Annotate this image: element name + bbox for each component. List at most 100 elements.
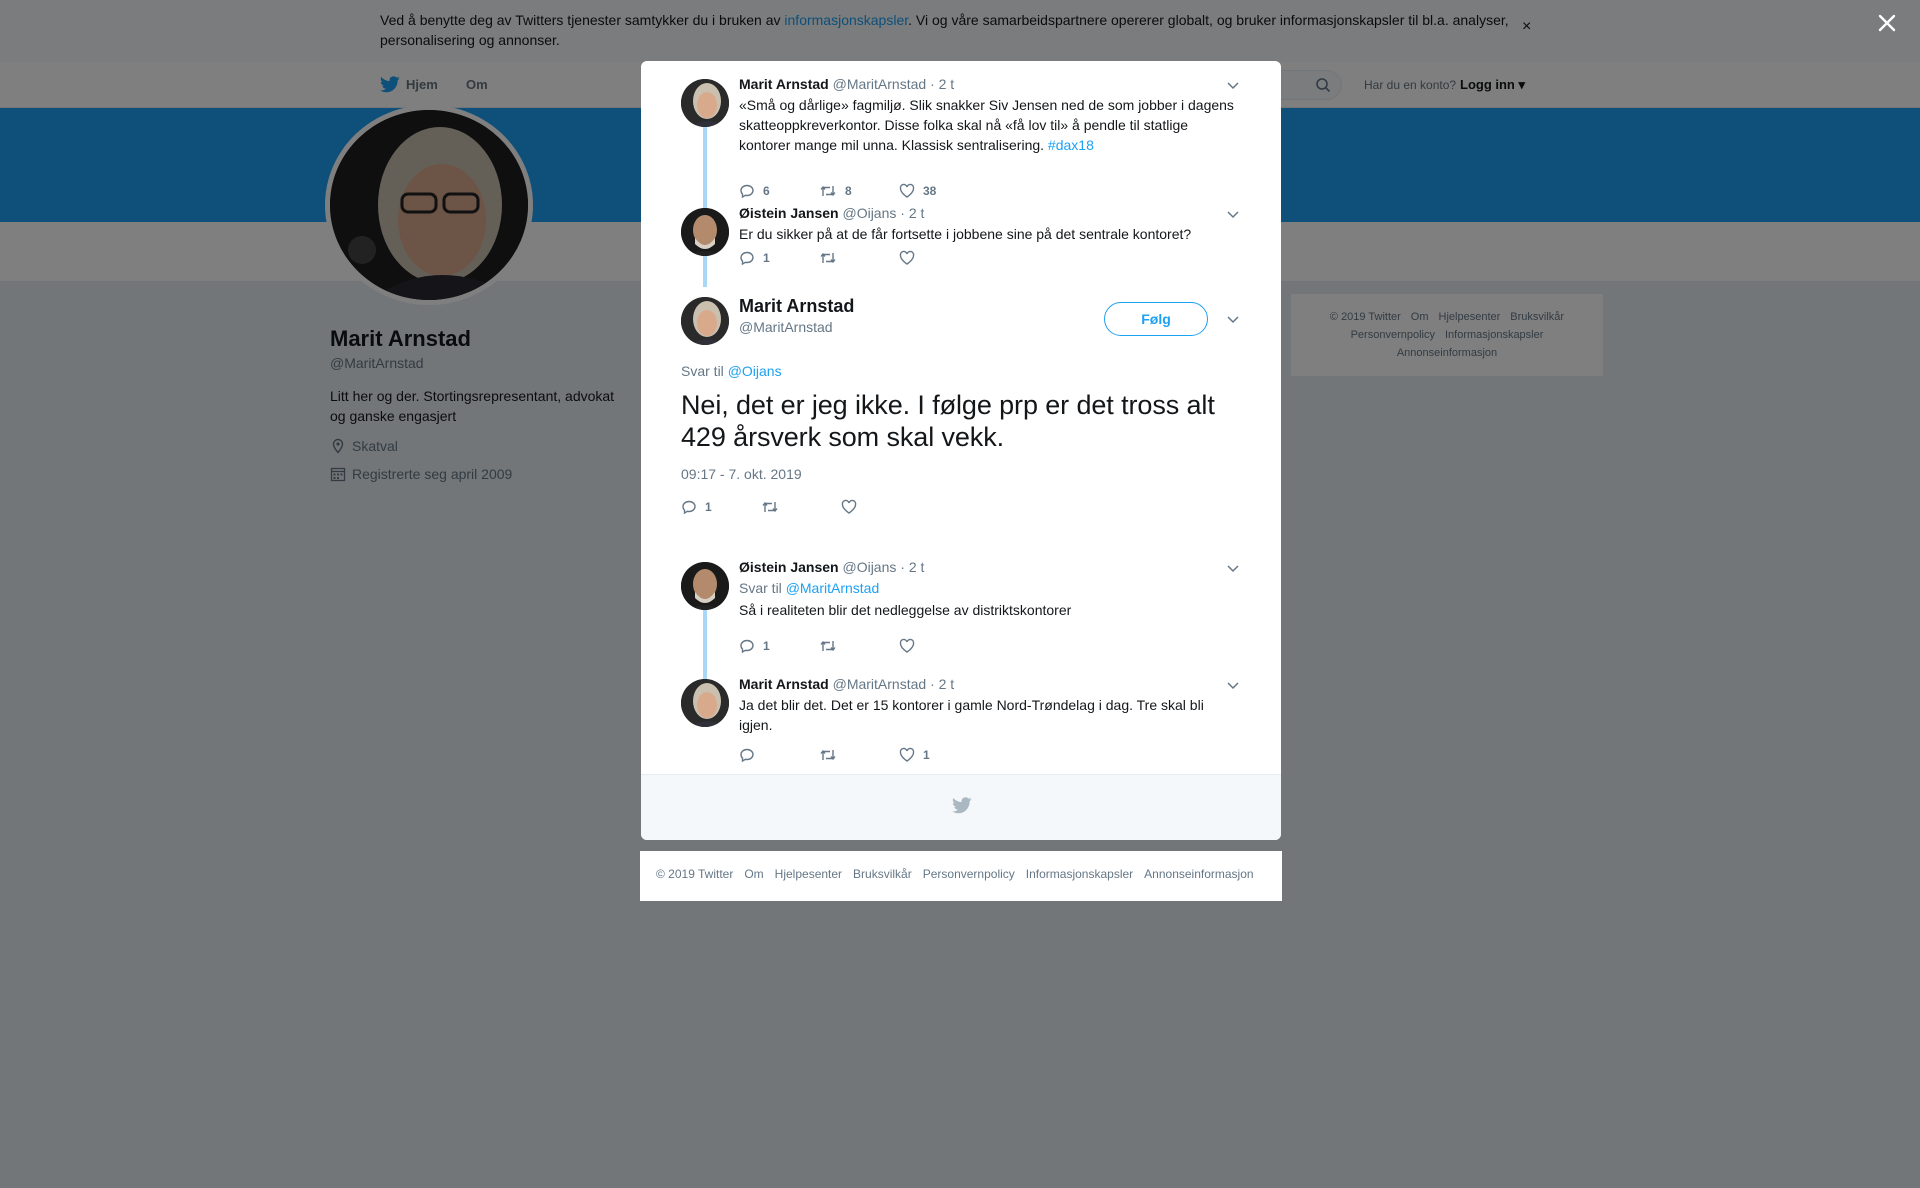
reply-button[interactable]	[739, 745, 819, 765]
tweet-author-handle[interactable]: @Oijans	[842, 559, 896, 575]
tweet-text: Så i realiteten blir det nedleggelse av …	[739, 602, 1072, 618]
like-button[interactable]	[841, 497, 921, 517]
reply-icon	[739, 183, 755, 199]
tweet-body: Øistein Jansen @Oijans · 2 t Svar til @M…	[739, 558, 1239, 620]
tweet-actions: 1	[739, 248, 979, 268]
hashtag-link[interactable]: #dax18	[1048, 137, 1094, 153]
tweet-author-name[interactable]: Øistein Jansen	[739, 559, 839, 575]
mention-link[interactable]: @MaritArnstad	[786, 580, 880, 596]
thread-line	[703, 251, 707, 287]
heart-icon	[899, 747, 915, 763]
retweet-icon	[819, 638, 837, 654]
chevron-down-icon[interactable]	[1225, 677, 1241, 693]
tweet-actions: 1	[681, 497, 921, 517]
like-button[interactable]	[899, 636, 979, 656]
tweet-body: Marit Arnstad @MaritArnstad · 2 t «Små o…	[739, 75, 1239, 155]
avatar[interactable]	[681, 562, 729, 610]
twitter-bird-icon	[952, 797, 972, 814]
footer-privacy[interactable]: Personvernpolicy	[923, 867, 1015, 881]
tweet-text: «Små og dårlige» fagmiljø. Slik snakker …	[739, 95, 1239, 155]
modal-bottom-bar	[641, 774, 1281, 840]
tweet-text: Nei, det er jeg ikke. I følge prp er det…	[681, 390, 1215, 452]
reply-context: Svar til @Oijans	[681, 363, 782, 379]
tweet-timestamp[interactable]: 09:17 - 7. okt. 2019	[681, 466, 802, 482]
reply-button[interactable]: 1	[739, 636, 819, 656]
reply-icon	[739, 747, 755, 763]
chevron-down-icon[interactable]	[1225, 311, 1241, 327]
tweet-time[interactable]: · 2 t	[900, 205, 924, 221]
reply-button[interactable]: 1	[681, 497, 761, 517]
mention-link[interactable]: @Oijans	[728, 363, 782, 379]
footer-ads[interactable]: Annonseinformasjon	[1144, 867, 1253, 881]
tweet-header: Marit Arnstad @MaritArnstad · 2 t	[739, 675, 1239, 693]
reply-count: 6	[763, 184, 770, 198]
footer-terms[interactable]: Bruksvilkår	[853, 867, 912, 881]
retweet-button[interactable]: 8	[819, 181, 899, 201]
reply-count: 1	[763, 251, 770, 265]
tweet-text-body: «Små og dårlige» fagmiljø. Slik snakker …	[739, 97, 1234, 153]
retweet-icon	[761, 499, 779, 515]
tweet-author-name[interactable]: Øistein Jansen	[739, 205, 839, 221]
close-modal-button[interactable]	[1876, 12, 1898, 34]
tweet-header: Marit Arnstad @MaritArnstad · 2 t	[739, 75, 1239, 93]
tweet-author-handle[interactable]: @MaritArnstad	[833, 676, 927, 692]
tweet-actions: 1	[739, 745, 979, 765]
footer-cookies[interactable]: Informasjonskapsler	[1026, 867, 1133, 881]
avatar[interactable]	[681, 79, 729, 127]
avatar[interactable]	[681, 208, 729, 256]
tweet-time[interactable]: · 2 t	[930, 76, 954, 92]
avatar[interactable]	[681, 297, 729, 345]
retweet-count: 8	[845, 184, 852, 198]
avatar[interactable]	[681, 679, 729, 727]
like-button[interactable]: 38	[899, 181, 979, 201]
tweet-header: Øistein Jansen @Oijans · 2 t	[739, 204, 1239, 222]
heart-icon	[899, 250, 915, 266]
tweet-author-name[interactable]: Marit Arnstad	[739, 676, 829, 692]
footer-about[interactable]: Om	[744, 867, 763, 881]
like-button[interactable]: 1	[899, 745, 979, 765]
tweet-text: Ja det blir det. Det er 15 kontorer i ga…	[739, 697, 1204, 733]
reply-to-label: Svar til	[681, 363, 724, 379]
like-button[interactable]	[899, 248, 979, 268]
retweet-icon	[819, 250, 837, 266]
tweet-author-name[interactable]: Marit Arnstad	[739, 76, 829, 92]
footer-copyright: © 2019 Twitter	[656, 867, 734, 881]
retweet-button[interactable]	[819, 636, 899, 656]
reply-button[interactable]: 1	[739, 248, 819, 268]
retweet-button[interactable]	[819, 745, 899, 765]
tweet-author-handle[interactable]: @Oijans	[842, 205, 896, 221]
tweet-actions: 6 8 38	[739, 181, 979, 201]
retweet-button[interactable]	[819, 248, 899, 268]
tweet-time[interactable]: · 2 t	[930, 676, 954, 692]
reply-icon	[739, 638, 755, 654]
chevron-down-icon[interactable]	[1225, 560, 1241, 576]
tweet-text: Er du sikker på at de får fortsette i jo…	[739, 226, 1192, 242]
follow-button[interactable]: Følg	[1104, 302, 1208, 336]
retweet-button[interactable]	[761, 497, 841, 517]
chevron-down-icon[interactable]	[1225, 77, 1241, 93]
reply-icon	[681, 499, 697, 515]
heart-icon	[841, 499, 857, 515]
reply-icon	[739, 250, 755, 266]
tweet-modal: Marit Arnstad @MaritArnstad · 2 t «Små o…	[641, 61, 1281, 840]
tweet-author-handle[interactable]: @MaritArnstad	[739, 319, 833, 335]
retweet-icon	[819, 183, 837, 199]
like-count: 38	[923, 184, 937, 198]
tweet-body: Marit Arnstad @MaritArnstad · 2 t Ja det…	[739, 675, 1239, 735]
tweet-actions: 1	[739, 636, 979, 656]
chevron-down-icon[interactable]	[1225, 206, 1241, 222]
close-icon	[1876, 12, 1898, 34]
tweet-body: Øistein Jansen @Oijans · 2 t Er du sikke…	[739, 204, 1239, 244]
heart-icon	[899, 183, 915, 199]
footer-help[interactable]: Hjelpesenter	[775, 867, 842, 881]
reply-count: 1	[705, 500, 712, 514]
tweet-time[interactable]: · 2 t	[900, 559, 924, 575]
tweet-author-name[interactable]: Marit Arnstad	[739, 296, 854, 317]
retweet-icon	[819, 747, 837, 763]
tweet-author-handle[interactable]: @MaritArnstad	[833, 76, 927, 92]
reply-button[interactable]: 6	[739, 181, 819, 201]
reply-context: Svar til @MaritArnstad	[739, 578, 1239, 598]
modal-footer: © 2019 Twitter Om Hjelpesenter Bruksvilkår P…	[640, 851, 1282, 901]
heart-icon	[899, 638, 915, 654]
reply-count: 1	[763, 639, 770, 653]
